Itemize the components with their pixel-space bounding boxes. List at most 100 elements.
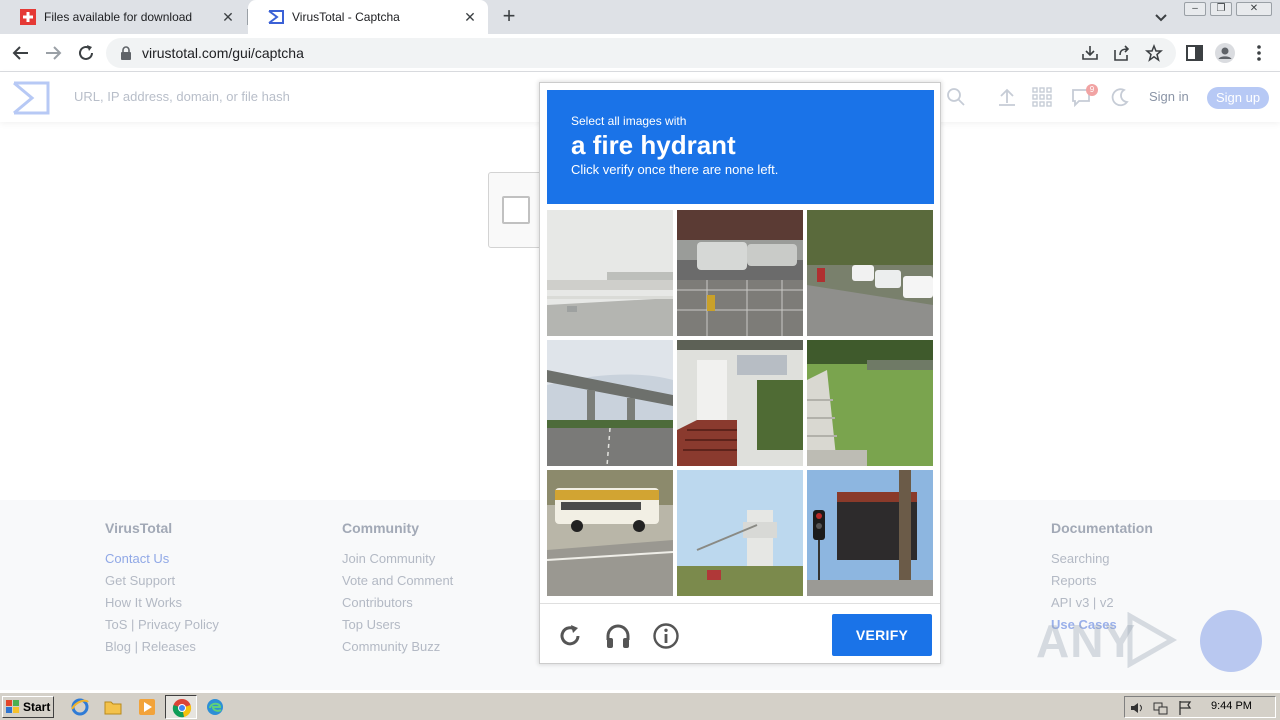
- forward-icon[interactable]: [42, 42, 64, 64]
- tab-close-icon[interactable]: ✕: [220, 9, 236, 26]
- volume-icon[interactable]: [1129, 700, 1145, 716]
- back-icon[interactable]: [10, 42, 32, 64]
- chrome-taskbar-button[interactable]: [165, 695, 197, 719]
- tab-files-download[interactable]: Files available for download ✕: [0, 0, 246, 34]
- concrete-steps-lawn-image: [807, 340, 933, 466]
- captcha-tile-2[interactable]: [677, 210, 803, 336]
- lock-icon[interactable]: [120, 46, 132, 60]
- tab-virustotal-captcha[interactable]: VirusTotal - Captcha ✕: [248, 0, 488, 34]
- upload-icon[interactable]: [997, 87, 1017, 107]
- anyrun-watermark: ANY: [1036, 606, 1266, 672]
- elevated-highway-road-image: [547, 340, 673, 466]
- footer-column-virustotal: VirusTotal Contact Us Get Support How It…: [105, 520, 219, 660]
- parking-lot-cars-image: [677, 210, 803, 336]
- school-bus-image: [547, 470, 673, 596]
- captcha-tile-8[interactable]: [677, 470, 803, 596]
- windows-flag-icon: [6, 700, 19, 713]
- footer-link-join-community[interactable]: Join Community: [342, 550, 453, 572]
- internet-explorer-icon[interactable]: [70, 697, 90, 717]
- footer-link-top-users[interactable]: Top Users: [342, 616, 453, 638]
- start-button[interactable]: Start: [2, 696, 54, 718]
- profile-icon[interactable]: [1214, 42, 1236, 64]
- footer-column-title: Community: [342, 520, 419, 536]
- captcha-tile-4[interactable]: [547, 340, 673, 466]
- footer-link-searching[interactable]: Searching: [1051, 550, 1153, 572]
- reload-icon[interactable]: [75, 42, 97, 64]
- edge-icon[interactable]: [205, 697, 225, 717]
- challenge-target: a fire hydrant: [571, 130, 736, 160]
- captcha-tile-6[interactable]: [807, 340, 933, 466]
- footer-link-vote-comment[interactable]: Vote and Comment: [342, 572, 453, 594]
- recaptcha-challenge: Select all images with a fire hydrant Cl…: [539, 82, 941, 664]
- file-explorer-icon[interactable]: [103, 697, 123, 717]
- media-player-icon[interactable]: [137, 697, 157, 717]
- windows-taskbar: Start 9:44 PM: [0, 692, 1280, 720]
- apps-grid-icon[interactable]: [1032, 87, 1052, 107]
- challenge-instructions: Select all images with a fire hydrant Cl…: [547, 90, 934, 204]
- captcha-tile-9[interactable]: [807, 470, 933, 596]
- footer-link-reports[interactable]: Reports: [1051, 572, 1153, 594]
- action-center-flag-icon[interactable]: [1177, 700, 1193, 716]
- dark-mode-moon-icon[interactable]: [1110, 87, 1130, 107]
- restore-button[interactable]: ❐: [1210, 2, 1232, 16]
- footer-column-community: Community Join Community Vote and Commen…: [342, 520, 453, 660]
- info-icon[interactable]: [652, 622, 680, 650]
- footer-link-support[interactable]: Get Support: [105, 572, 219, 594]
- sign-up-button[interactable]: Sign up: [1207, 87, 1269, 109]
- system-tray: 9:44 PM: [1124, 696, 1276, 718]
- watermark-badge-icon: [1200, 610, 1262, 672]
- menu-icon[interactable]: [1248, 42, 1270, 64]
- footer-link-blog-releases[interactable]: Blog | Releases: [105, 638, 219, 660]
- taskbar-clock: 9:44 PM: [1211, 700, 1252, 712]
- water-tower-field-image: [677, 470, 803, 596]
- address-bar[interactable]: virustotal.com/gui/captcha: [106, 38, 1176, 68]
- footer-link-how-it-works[interactable]: How It Works: [105, 594, 219, 616]
- footer-link-tos-privacy[interactable]: ToS | Privacy Policy: [105, 616, 219, 638]
- notification-badge: 9: [1086, 84, 1098, 96]
- search-icon[interactable]: [946, 87, 966, 107]
- virustotal-logo-icon[interactable]: [12, 81, 50, 115]
- captcha-tile-5[interactable]: [677, 340, 803, 466]
- virustotal-logo-icon: [268, 10, 284, 24]
- footer-link-contributors[interactable]: Contributors: [342, 594, 453, 616]
- reload-icon[interactable]: [556, 622, 584, 650]
- watermark-text: ANY: [1036, 615, 1137, 667]
- close-window-button[interactable]: ✕: [1236, 2, 1272, 16]
- browser-tab-strip: Files available for download ✕ VirusTota…: [0, 0, 1280, 34]
- tab-title: Files available for download: [44, 10, 193, 24]
- network-icon[interactable]: [1153, 700, 1169, 716]
- audio-headphones-icon[interactable]: [604, 622, 632, 650]
- recaptcha-checkbox[interactable]: [502, 196, 530, 224]
- verify-button[interactable]: VERIFY: [832, 614, 932, 656]
- minimize-button[interactable]: –: [1184, 2, 1206, 16]
- watermark-play-icon: [1127, 612, 1178, 668]
- traffic-light-building-image: [807, 470, 933, 596]
- instruction-text: Select all images with: [571, 114, 687, 128]
- browser-toolbar: virustotal.com/gui/captcha: [0, 34, 1280, 72]
- new-tab-button[interactable]: +: [498, 5, 520, 29]
- footer-link-community-buzz[interactable]: Community Buzz: [342, 638, 453, 660]
- captcha-tile-1[interactable]: [547, 210, 673, 336]
- tab-close-icon[interactable]: ✕: [462, 9, 478, 26]
- footer-column-title: Documentation: [1051, 520, 1153, 536]
- tab-title: VirusTotal - Captcha: [292, 10, 400, 24]
- challenge-footer: VERIFY: [540, 603, 940, 663]
- chrome-icon: [172, 699, 192, 718]
- sign-in-link[interactable]: Sign in: [1149, 89, 1189, 104]
- house-red-stairs-image: [677, 340, 803, 466]
- install-icon[interactable]: [1081, 44, 1099, 62]
- captcha-tile-3[interactable]: [807, 210, 933, 336]
- challenge-image-grid: [547, 210, 934, 597]
- url-text: virustotal.com/gui/captcha: [142, 45, 304, 61]
- tab-search-chevron-icon[interactable]: [1152, 8, 1170, 26]
- search-input[interactable]: URL, IP address, domain, or file hash: [74, 89, 290, 104]
- start-label: Start: [23, 700, 51, 714]
- bookmark-star-icon[interactable]: [1145, 44, 1163, 62]
- side-panel-icon[interactable]: [1184, 42, 1206, 64]
- captcha-tile-7[interactable]: [547, 470, 673, 596]
- instruction-hint: Click verify once there are none left.: [571, 162, 779, 177]
- share-icon[interactable]: [1113, 44, 1131, 62]
- highway-overpass-haze-image: [547, 210, 673, 336]
- street-parked-cars-image: [807, 210, 933, 336]
- footer-link-contact[interactable]: Contact Us: [105, 550, 219, 572]
